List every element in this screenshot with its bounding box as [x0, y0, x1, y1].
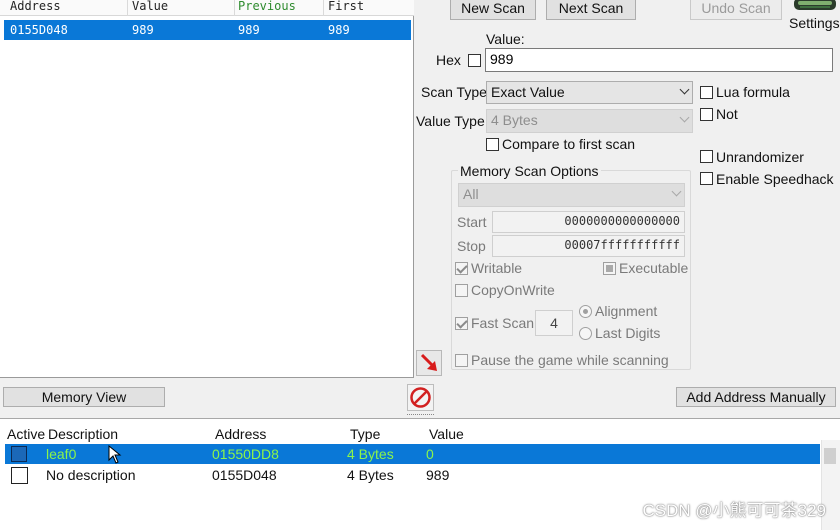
row-value: 989	[426, 467, 450, 483]
scan-type-select[interactable]: Exact Value	[486, 81, 693, 104]
hex-checkbox[interactable]	[468, 54, 481, 67]
undo-scan-button[interactable]: Undo Scan	[690, 0, 782, 20]
writable-checkbox[interactable]	[455, 262, 468, 275]
no-entry-icon	[410, 387, 431, 408]
copyonwrite-checkbox[interactable]	[455, 284, 468, 297]
next-scan-button[interactable]: Next Scan	[546, 0, 636, 20]
executable-checkbox[interactable]	[603, 262, 616, 275]
speedhack-label[interactable]: Enable Speedhack	[716, 171, 834, 187]
column-address[interactable]: Address	[215, 426, 266, 442]
row-address: 0155D048	[212, 467, 277, 483]
value-input[interactable]: 989	[485, 48, 833, 72]
value-type-label: Value Type	[416, 113, 485, 129]
result-address: 0155D048	[10, 23, 68, 37]
row-description: leaf0	[46, 446, 77, 462]
unrandomizer-label[interactable]: Unrandomizer	[716, 149, 804, 165]
result-value: 989	[132, 23, 154, 37]
column-divider	[323, 0, 324, 16]
compare-first-scan-checkbox[interactable]	[486, 138, 499, 151]
fast-scan-alignment-input[interactable]: 4	[535, 310, 573, 336]
found-addresses-list[interactable]: Address Value Previous First 0155D048 98…	[0, 0, 414, 378]
lua-formula-label[interactable]: Lua formula	[716, 84, 790, 100]
mouse-cursor-icon	[108, 445, 122, 464]
scrollbar-thumb[interactable]	[824, 448, 836, 464]
fast-scan-checkbox[interactable]	[455, 317, 468, 330]
value-type-select[interactable]: 4 Bytes	[486, 109, 693, 133]
compare-first-scan-label[interactable]: Compare to first scan	[502, 136, 635, 152]
memory-scan-options-title: Memory Scan Options	[458, 163, 601, 179]
alignment-label[interactable]: Alignment	[595, 303, 657, 319]
table-row[interactable]	[5, 444, 820, 464]
column-value[interactable]: Value	[132, 0, 168, 13]
column-description[interactable]: Description	[48, 426, 118, 442]
unrandomizer-checkbox[interactable]	[700, 150, 713, 163]
pause-game-checkbox[interactable]	[455, 354, 468, 367]
red-arrow-icon	[420, 353, 437, 371]
scan-type-value: Exact Value	[491, 84, 565, 100]
speedhack-checkbox[interactable]	[700, 172, 713, 185]
cheat-engine-logo-icon[interactable]	[792, 0, 838, 12]
not-checkbox[interactable]	[700, 108, 713, 121]
not-label[interactable]: Not	[716, 106, 738, 122]
memory-region-select[interactable]: All	[458, 183, 685, 207]
new-scan-button[interactable]: New Scan	[450, 0, 536, 20]
start-address-input[interactable]: 0000000000000000	[492, 211, 685, 233]
row-type: 4 Bytes	[347, 467, 394, 483]
row-value: 0	[426, 446, 434, 462]
chevron-down-icon	[679, 84, 690, 95]
active-checkbox[interactable]	[11, 467, 28, 484]
result-previous: 989	[238, 23, 260, 37]
memory-view-button[interactable]: Memory View	[3, 387, 165, 407]
results-row[interactable]: 0155D048 989 989 989	[4, 20, 411, 40]
start-label: Start	[457, 214, 487, 230]
chevron-down-icon	[679, 112, 690, 123]
column-divider	[127, 0, 128, 16]
chevron-down-icon	[671, 186, 682, 197]
settings-label[interactable]: Settings	[789, 15, 840, 31]
copyonwrite-label[interactable]: CopyOnWrite	[471, 282, 555, 298]
column-active[interactable]: Active	[7, 426, 45, 442]
stop-label: Stop	[457, 238, 486, 254]
row-description: No description	[46, 467, 136, 483]
result-first: 989	[328, 23, 350, 37]
alignment-radio[interactable]	[579, 305, 592, 318]
delete-list-button[interactable]	[407, 384, 434, 411]
stop-address-input[interactable]: 00007fffffffffff	[492, 235, 685, 257]
value-label: Value:	[486, 31, 525, 47]
column-value[interactable]: Value	[429, 426, 464, 442]
row-address: 01550DD8	[212, 446, 279, 462]
value-type-value: 4 Bytes	[491, 112, 538, 128]
column-type[interactable]: Type	[350, 426, 380, 442]
column-divider	[234, 0, 235, 16]
scan-type-label: Scan Type	[421, 84, 487, 100]
add-selected-to-list-button[interactable]	[416, 350, 442, 376]
row-type: 4 Bytes	[347, 446, 394, 462]
add-address-manually-button[interactable]: Add Address Manually	[676, 387, 836, 407]
column-address[interactable]: Address	[10, 0, 61, 13]
watermark: CSDN @小熊可可茶329	[642, 501, 826, 520]
hex-label: Hex	[436, 52, 461, 68]
executable-label[interactable]: Executable	[619, 260, 688, 276]
column-previous[interactable]: Previous	[238, 0, 296, 13]
last-digits-label[interactable]: Last Digits	[595, 325, 660, 341]
last-digits-radio[interactable]	[579, 327, 592, 340]
fast-scan-label[interactable]: Fast Scan	[471, 315, 534, 331]
results-list-header: Address Value Previous First	[0, 0, 414, 16]
splitter-handle[interactable]	[407, 414, 434, 416]
writable-label[interactable]: Writable	[471, 260, 522, 276]
pause-game-label[interactable]: Pause the game while scanning	[471, 352, 669, 368]
memory-region-value: All	[463, 186, 479, 202]
active-checkbox[interactable]	[11, 446, 27, 462]
lua-formula-checkbox[interactable]	[700, 86, 713, 99]
column-first[interactable]: First	[328, 0, 364, 13]
